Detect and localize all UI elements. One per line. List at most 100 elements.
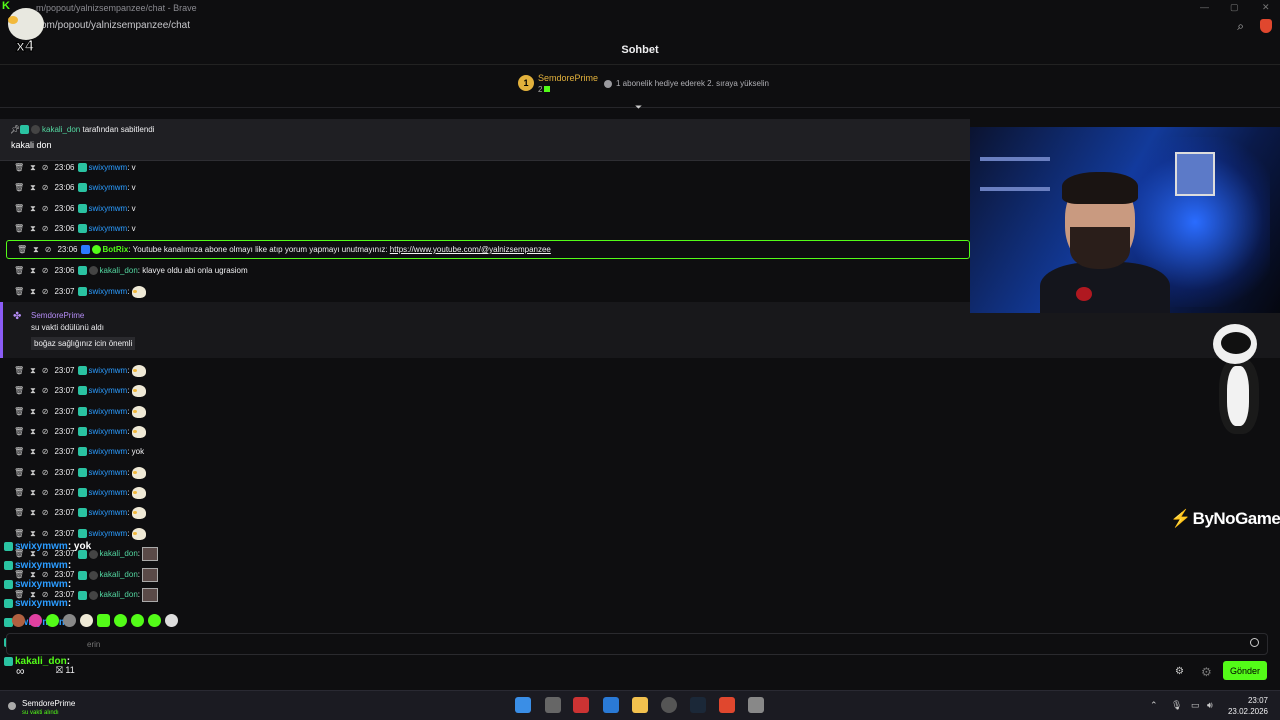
delete-icon[interactable]: 🗑︎ [14, 224, 24, 233]
collapse-icon[interactable]: ⏷ [635, 102, 645, 112]
chat-message[interactable]: 🗑︎ ⧗ ⊘ 23:06 kakali_don: klavye oldu abi onl… [14, 264, 248, 278]
delete-icon[interactable]: 🗑︎ [14, 529, 24, 538]
username[interactable]: kakali_don [100, 570, 138, 579]
settings-icon[interactable]: ⚙ [1175, 666, 1184, 677]
volume-icon[interactable]: 🔊︎ [1207, 700, 1213, 711]
url-text[interactable]: com/popout/yalnizsempanzee/chat [36, 20, 190, 31]
username[interactable]: swixymwm [89, 407, 128, 416]
send-button[interactable]: Gönder [1223, 661, 1267, 680]
timeout-icon[interactable]: ⧗ [30, 488, 36, 497]
emote-icon[interactable] [97, 614, 110, 628]
delete-icon[interactable]: 🗑︎ [14, 508, 24, 517]
delete-icon[interactable]: 🗑︎ [14, 183, 24, 192]
chat-input[interactable] [87, 637, 1237, 651]
emote-icon[interactable] [63, 614, 76, 628]
emote-icon[interactable] [29, 614, 42, 628]
brave-shield-icon[interactable] [1260, 19, 1272, 33]
obs-icon[interactable] [661, 697, 677, 713]
ban-icon[interactable]: ⊘ [42, 488, 49, 497]
delete-icon[interactable]: 🗑︎ [14, 468, 24, 477]
tray-chevron-icon[interactable]: ⌃ [1150, 700, 1158, 711]
chat-message[interactable]: 🗑︎ ⧗ ⊘ 23:06 swixymwm: v [14, 202, 136, 216]
timeout-icon[interactable]: ⧗ [30, 287, 36, 296]
ban-icon[interactable]: ⊘ [45, 245, 52, 254]
clock[interactable]: 23:07 23.02.2026 [1228, 695, 1268, 717]
ban-icon[interactable]: ⊘ [42, 407, 49, 416]
timeout-icon[interactable]: ⧗ [33, 245, 39, 254]
chat-message[interactable]: 🗑︎ ⧗ ⊘ 23:07 swixymwm: [14, 527, 146, 541]
gift-counter[interactable]: ⛝ 11 [56, 665, 75, 676]
username[interactable]: swixymwm [89, 508, 128, 517]
delete-icon[interactable]: 🗑︎ [17, 245, 27, 254]
chat-message[interactable]: 🗑︎ ⧗ ⊘ 23:06 swixymwm: v [14, 161, 136, 175]
username[interactable]: swixymwm [89, 386, 128, 395]
timeout-icon[interactable]: ⧗ [30, 266, 36, 275]
app-icon[interactable] [573, 697, 589, 713]
pinned-user[interactable]: kakali_don [42, 125, 80, 134]
username[interactable]: kakali_don [100, 549, 138, 558]
chat-input-box[interactable] [6, 633, 1268, 655]
minimize-icon[interactable]: — [1200, 2, 1209, 12]
chat-message[interactable]: 🗑︎ ⧗ ⊘ 23:06 swixymwm: v [14, 222, 136, 236]
delete-icon[interactable]: 🗑︎ [14, 488, 24, 497]
username[interactable]: swixymwm [89, 183, 128, 192]
timeout-icon[interactable]: ⧗ [30, 386, 36, 395]
top-gifter-name[interactable]: SemdorePrime [538, 73, 598, 83]
delete-icon[interactable]: 🗑︎ [14, 204, 24, 213]
username[interactable]: swixymwm [89, 224, 128, 233]
timeout-icon[interactable]: ⧗ [30, 427, 36, 436]
ban-icon[interactable]: ⊘ [42, 427, 49, 436]
timeout-icon[interactable]: ⧗ [30, 447, 36, 456]
chat-message[interactable]: 🗑︎ ⧗ ⊘ 23:07 swixymwm: [14, 285, 146, 299]
ban-icon[interactable]: ⊘ [42, 287, 49, 296]
bot-message[interactable]: 🗑︎ ⧗ ⊘ 23:06 BotRix: Youtube kanalımıza abon… [6, 240, 970, 259]
delete-icon[interactable]: 🗑︎ [14, 407, 24, 416]
brave-icon[interactable] [719, 697, 735, 713]
mod-tools-icon[interactable]: ⚙ [1201, 665, 1212, 679]
reward-user[interactable]: SemdorePrime [31, 311, 84, 320]
ban-icon[interactable]: ⊘ [42, 508, 49, 517]
chat-message[interactable]: 🗑︎ ⧗ ⊘ 23:07 swixymwm: yok [14, 445, 144, 459]
ban-icon[interactable]: ⊘ [42, 204, 49, 213]
emote-icon[interactable] [80, 614, 93, 628]
delete-icon[interactable]: 🗑︎ [14, 163, 24, 172]
emote-icon[interactable] [148, 614, 161, 628]
ban-icon[interactable]: ⊘ [42, 386, 49, 395]
username[interactable]: swixymwm [89, 447, 128, 456]
delete-icon[interactable]: 🗑︎ [14, 386, 24, 395]
delete-icon[interactable]: 🗑︎ [14, 287, 24, 296]
timeout-icon[interactable]: ⧗ [30, 366, 36, 375]
delete-icon[interactable]: 🗑︎ [14, 266, 24, 275]
emoji-picker-icon[interactable] [1250, 638, 1259, 647]
steam-icon[interactable] [690, 697, 706, 713]
mic-icon[interactable]: 🎙︎ [1171, 700, 1182, 711]
ban-icon[interactable]: ⊘ [42, 447, 49, 456]
ban-icon[interactable]: ⊘ [42, 468, 49, 477]
username[interactable]: swixymwm [89, 529, 128, 538]
username[interactable]: swixymwm [89, 163, 128, 172]
username[interactable]: kakali_don [100, 590, 138, 599]
chat-message[interactable]: 🗑︎ ⧗ ⊘ 23:06 swixymwm: v [14, 181, 136, 195]
chat-message[interactable]: 🗑︎ ⧗ ⊘ 23:07 swixymwm: [14, 364, 146, 378]
username[interactable]: swixymwm [89, 366, 128, 375]
emote-icon[interactable] [12, 614, 25, 628]
emote-icon[interactable] [165, 614, 178, 628]
timeout-icon[interactable]: ⧗ [30, 508, 36, 517]
timeout-icon[interactable]: ⧗ [30, 163, 36, 172]
file-explorer-icon[interactable] [632, 697, 648, 713]
username[interactable]: swixymwm [89, 488, 128, 497]
ban-icon[interactable]: ⊘ [42, 183, 49, 192]
task-view-icon[interactable] [545, 697, 561, 713]
emote-icon[interactable] [114, 614, 127, 628]
chat-message[interactable]: 🗑︎ ⧗ ⊘ 23:07 swixymwm: [14, 384, 146, 398]
bot-username[interactable]: BotRix [103, 245, 129, 254]
chat-message[interactable]: 🗑︎ ⧗ ⊘ 23:07 swixymwm: [14, 466, 146, 480]
start-icon[interactable] [515, 697, 531, 713]
username[interactable]: kakali_don [100, 266, 138, 275]
emote-icon[interactable] [131, 614, 144, 628]
maximize-icon[interactable]: ▢ [1230, 2, 1239, 13]
username[interactable]: swixymwm [89, 287, 128, 296]
address-bar[interactable]: com/popout/yalnizsempanzee/chat ⌕ [0, 16, 1280, 38]
chat-message[interactable]: 🗑︎ ⧗ ⊘ 23:07 swixymwm: [14, 486, 146, 500]
ban-icon[interactable]: ⊘ [42, 266, 49, 275]
